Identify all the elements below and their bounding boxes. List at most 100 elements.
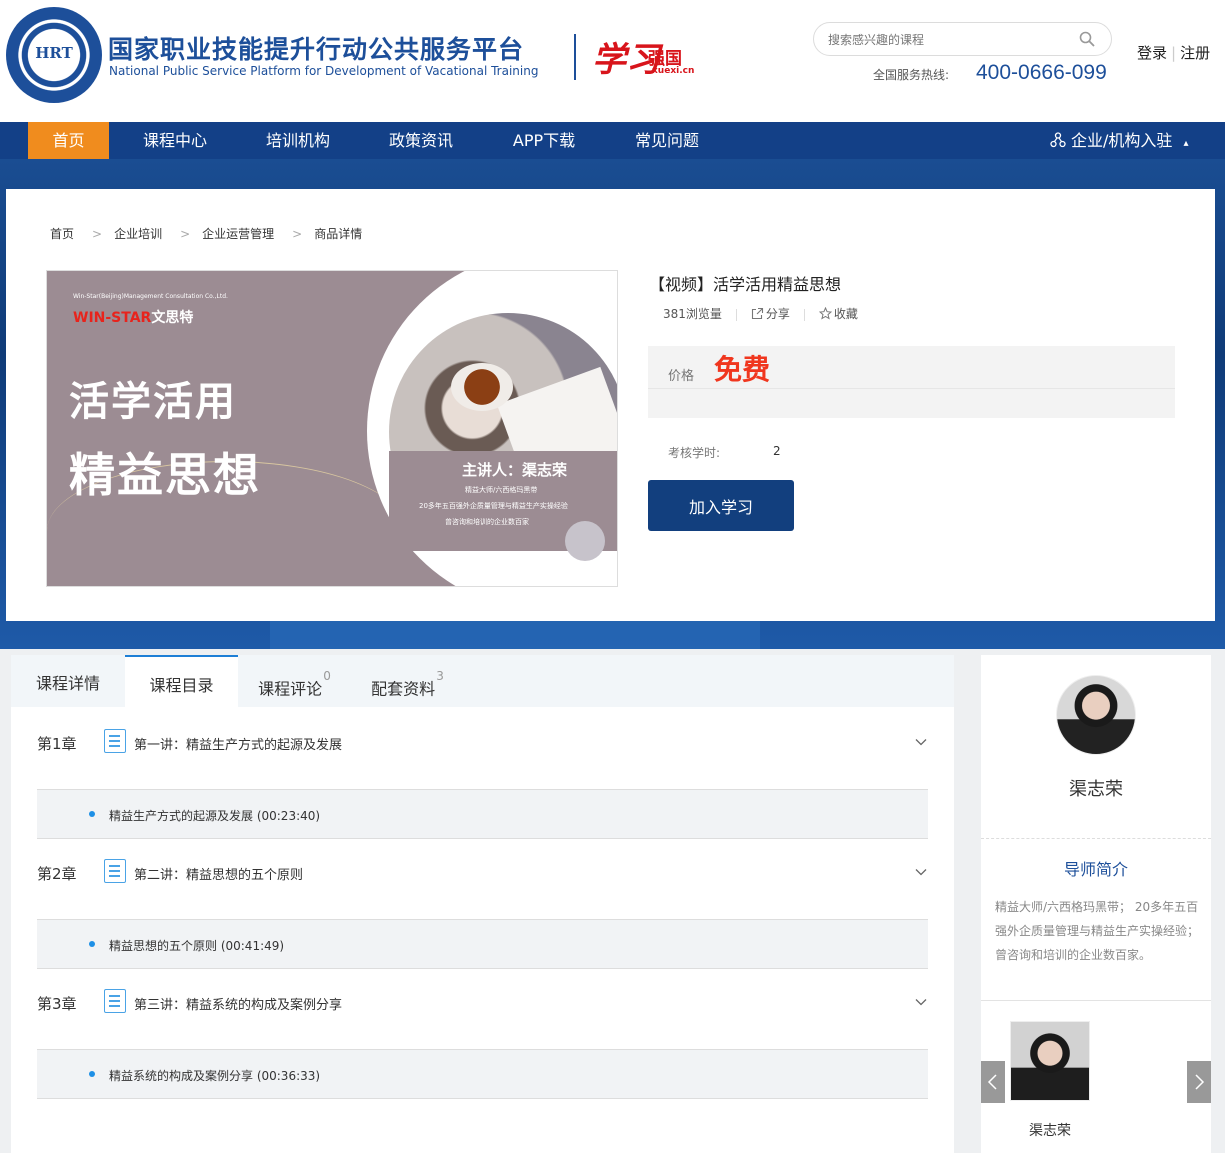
caret-up-icon: ▴ [1183, 138, 1189, 149]
cover-speaker: 主讲人：渠志荣 [462, 461, 568, 479]
share-label: 分享 [765, 307, 790, 321]
cover-logo: WIN-STAR文思特 [73, 307, 193, 327]
breadcrumb-separator: > [292, 227, 303, 241]
cover-title-line2: 精益思想 [69, 448, 261, 502]
chapter-number: 第2章 [37, 865, 77, 883]
tab-label: 课程评论 [258, 679, 323, 699]
hours-label: 考核学时: [668, 446, 721, 460]
teacher-name: 渠志荣 [1069, 779, 1123, 800]
seal-text: HRT [35, 44, 73, 62]
lesson-title: 精益系统的构成及案例分享 (00:36:33) [109, 1069, 321, 1083]
hotline-label: 全国服务热线: [873, 68, 950, 82]
org-icon [1050, 132, 1066, 148]
brand-subtitle: National Public Service Platform for Dev… [109, 64, 539, 78]
enterprise-entry-label: 企业/机构入驻 [1071, 131, 1173, 150]
chapter-number: 第1章 [37, 735, 77, 753]
price-label: 价格 [668, 369, 695, 384]
cover-logo-en: WIN-STAR [73, 310, 152, 326]
lesson-title: 精益生产方式的起源及发展 (00:23:40) [109, 809, 321, 823]
share-button[interactable]: 分享 [751, 307, 790, 321]
nav-item-policy[interactable]: 政策资讯 [376, 122, 466, 159]
carousel-prev-button[interactable] [981, 1061, 1005, 1103]
main-nav: 首页 课程中心 培训机构 政策资讯 APP下载 常见问题 企业/机构入驻 ▴ [0, 122, 1225, 159]
teacher-panel: 渠志荣 导师简介 精益大师/六西格玛黑带； 20多年五百强外企质量管理与精益生产… [981, 655, 1211, 1153]
chapter-title: 第三讲：精益系统的构成及案例分享 [134, 998, 343, 1013]
course-title: 【视频】活学活用精益思想 [649, 275, 842, 294]
tab-materials[interactable]: 配套资料3 [351, 655, 464, 707]
document-icon [104, 989, 126, 1013]
search-input[interactable] [828, 30, 1068, 50]
course-content-panel: 课程详情 课程目录 课程评论0 配套资料3 第1章 第一讲：精益生产方式的起源及… [11, 655, 954, 1153]
nav-item-courses[interactable]: 课程中心 [130, 122, 220, 159]
chevron-down-icon[interactable] [914, 735, 928, 749]
tab-course-catalog[interactable]: 课程目录 [125, 655, 238, 707]
favorite-button[interactable]: 收藏 [818, 306, 858, 321]
materials-count-badge: 3 [436, 669, 444, 683]
course-meta: 381浏览量 分享 收藏 [663, 305, 858, 322]
tab-label: 课程目录 [149, 676, 214, 695]
tea-photo [389, 313, 617, 551]
brand-title: 国家职业技能提升行动公共服务平台 [108, 35, 525, 64]
chapter-header[interactable]: 第2章 第二讲：精益思想的五个原则 [11, 845, 954, 905]
chapter-number: 第3章 [37, 995, 77, 1013]
join-study-button[interactable]: 加入学习 [648, 480, 794, 531]
nav-item-home[interactable]: 首页 [28, 122, 109, 159]
teacher-carousel-avatar[interactable] [1010, 1021, 1090, 1101]
cover-title-line1: 活学活用 [69, 379, 237, 425]
teacher-intro-text: 精益大师/六西格玛黑带； 20多年五百强外企质量管理与精益生产实操经验； 曾咨询… [995, 900, 1200, 962]
breadcrumb-current: 商品详情 [314, 227, 363, 241]
document-icon [104, 859, 126, 883]
cover-logo-cn: 文思特 [151, 310, 194, 326]
teacher-carousel-name[interactable]: 渠志荣 [1010, 1120, 1090, 1140]
cover-desc-3: 曾咨询和培训的企业数百家 [445, 518, 529, 526]
hotline-number: 400-0666-099 [976, 61, 1107, 84]
breadcrumb-home[interactable]: 首页 [50, 227, 74, 241]
product-card: 首页 > 企业培训 > 企业运营管理 > 商品详情 Win-Star(Beijing)Man… [6, 189, 1215, 621]
site-header: HRT 国家职业技能提升行动公共服务平台 National Public Ser… [0, 0, 1225, 122]
bullet-dot-icon [89, 1071, 95, 1077]
teacher-intro-heading: 导师简介 [1063, 860, 1128, 879]
tab-label: 课程详情 [35, 674, 100, 693]
brand-divider [574, 34, 576, 80]
xuexi-logo[interactable]: 学习 强国 xuexi.cn [592, 32, 702, 82]
breadcrumb-enterprise-training[interactable]: 企业培训 [114, 227, 162, 241]
share-icon [751, 307, 763, 320]
course-cover-image: Win-Star(Beijing)Management Consultation… [46, 270, 618, 587]
tab-label: 配套资料 [371, 679, 436, 699]
tab-course-comments[interactable]: 课程评论0 [238, 655, 351, 707]
hours-value: 2 [773, 444, 781, 458]
breadcrumb-separator: > [180, 227, 191, 241]
enterprise-entry[interactable]: 企业/机构入驻 ▴ [1050, 122, 1189, 159]
chapter-header[interactable]: 第1章 第一讲：精益生产方式的起源及发展 [11, 715, 954, 775]
logo-seal-icon[interactable]: HRT [6, 7, 102, 103]
lesson-item[interactable]: 精益思想的五个原则 (00:41:49) [37, 919, 928, 969]
star-icon [818, 306, 833, 320]
register-link[interactable]: 注册 [1180, 44, 1210, 62]
price-box: 价格 免费 [648, 346, 1175, 418]
course-tabs: 课程详情 课程目录 课程评论0 配套资料3 [11, 655, 954, 707]
document-icon [104, 729, 126, 753]
price-value: 免费 [714, 353, 771, 386]
breadcrumb: 首页 > 企业培训 > 企业运营管理 > 商品详情 [50, 225, 368, 242]
favorite-label: 收藏 [833, 307, 858, 321]
nav-item-faq[interactable]: 常见问题 [622, 122, 712, 159]
cover-desc-2: 20多年五百强外企质量管理与精益生产实操经验 [419, 502, 568, 510]
tab-course-details[interactable]: 课程详情 [11, 655, 125, 707]
assessment-hours: 考核学时: 2 [668, 444, 781, 461]
chapter-title: 第二讲：精益思想的五个原则 [134, 868, 304, 883]
chapter-header[interactable]: 第3章 第三讲：精益系统的构成及案例分享 [11, 975, 954, 1035]
carousel-next-button[interactable] [1187, 1061, 1211, 1103]
auth-separator: | [1171, 44, 1177, 62]
xuexi-url: xuexi.cn [652, 66, 695, 76]
lesson-item[interactable]: 精益系统的构成及案例分享 (00:36:33) [37, 1049, 928, 1099]
chevron-down-icon[interactable] [914, 865, 928, 879]
breadcrumb-operations[interactable]: 企业运营管理 [202, 227, 274, 241]
login-link[interactable]: 登录 [1137, 44, 1167, 62]
lesson-item[interactable]: 精益生产方式的起源及发展 (00:23:40) [37, 789, 928, 839]
nav-item-institutions[interactable]: 培训机构 [253, 122, 343, 159]
nav-item-app[interactable]: APP下载 [499, 122, 589, 159]
chevron-down-icon[interactable] [914, 995, 928, 1009]
chapter-title: 第一讲：精益生产方式的起源及发展 [134, 738, 343, 753]
bullet-dot-icon [89, 811, 95, 817]
search-icon[interactable] [1079, 31, 1095, 47]
